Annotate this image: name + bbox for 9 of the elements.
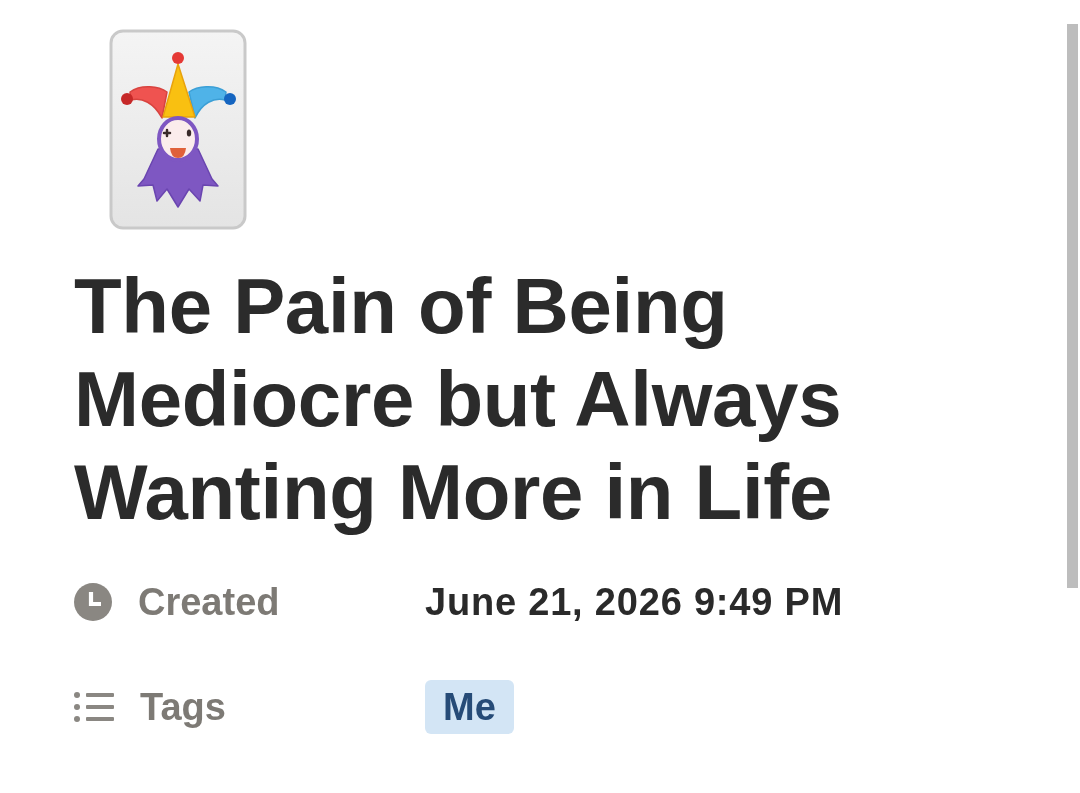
property-label: Created (138, 580, 280, 624)
joker-card-icon (109, 29, 247, 230)
property-label: Tags (140, 685, 226, 729)
tag-chip[interactable]: Me (425, 680, 514, 734)
page-title: The Pain of Being Mediocre but Always Wanting More in Life (74, 261, 843, 538)
created-date: June 21, 2026 9:49 PM (425, 580, 844, 624)
clock-icon (74, 583, 112, 621)
scrollbar-thumb[interactable] (1067, 24, 1078, 588)
list-icon (74, 690, 114, 724)
